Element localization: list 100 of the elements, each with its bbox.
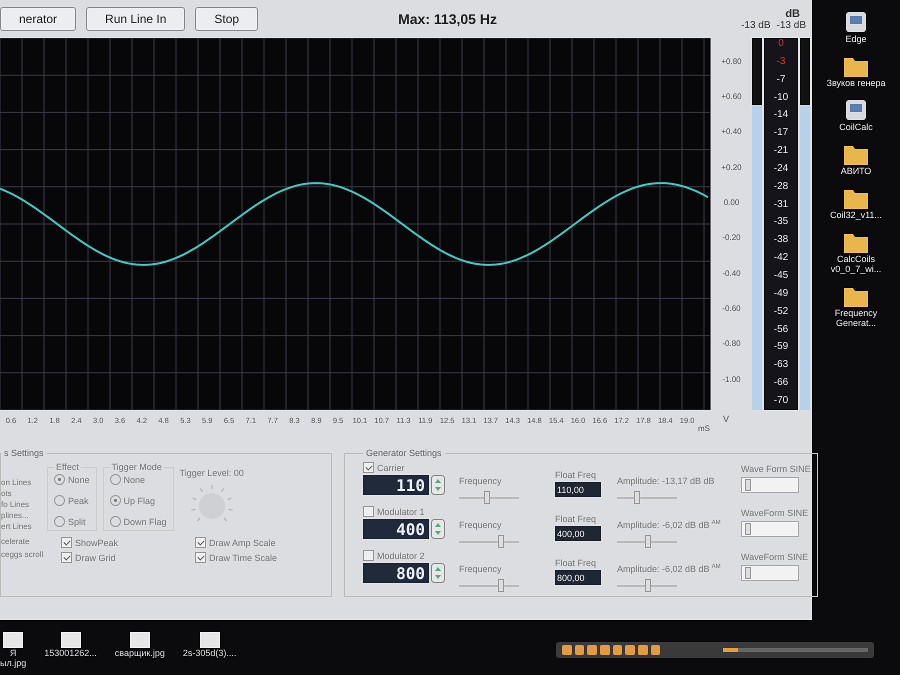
option-label: plines... [1, 511, 30, 520]
radio-icon[interactable] [54, 495, 65, 506]
radio-option[interactable]: None [54, 474, 90, 485]
float-freq-label: Float Freq [555, 514, 598, 524]
float-freq-field[interactable]: 110,00 [555, 482, 601, 497]
file-label: 153001262... [44, 648, 97, 658]
toolbar-button[interactable]: Run Line In [86, 7, 186, 31]
spin-buttons-icon[interactable] [431, 563, 445, 583]
checkbox-option[interactable]: Modulator 1 [363, 506, 453, 517]
checkbox-option[interactable]: ShowPeak [61, 537, 191, 548]
db-scale-label: -21 [774, 145, 788, 156]
db-scale-label: -14 [774, 109, 788, 120]
file-label: сварщик.jpg [114, 648, 165, 658]
y-axis-tick: -0.60 [721, 304, 742, 315]
toolbar-button[interactable]: Stop [195, 7, 258, 31]
panel-title: Generator Settings [365, 448, 443, 458]
checkbox-option[interactable]: Draw Grid [61, 552, 191, 563]
radio-icon[interactable] [110, 474, 121, 485]
amplitude-label: Amplitude: -6,02 dB dB [617, 564, 710, 574]
db-scale-label: -70 [774, 394, 788, 406]
checkbox-icon[interactable] [363, 550, 374, 561]
player-button[interactable] [638, 645, 648, 655]
slider-thumb[interactable] [744, 567, 751, 579]
slider-thumb[interactable] [645, 535, 651, 548]
y-axis-tick: -1.00 [721, 374, 742, 386]
player-button[interactable] [600, 645, 610, 655]
slider-thumb[interactable] [484, 491, 490, 504]
amplitude-label: Amplitude: -13,17 dB dB [617, 476, 715, 486]
checkbox-icon[interactable] [61, 537, 72, 548]
file-label: 2s-305d(3).... [182, 648, 236, 658]
slider-thumb[interactable] [498, 579, 504, 592]
radio-option[interactable]: Split [54, 516, 90, 527]
channel-reading: -13 dB [741, 20, 771, 30]
file-icon[interactable] [130, 632, 150, 648]
slider-thumb[interactable] [498, 535, 504, 548]
checkbox-icon[interactable] [363, 462, 374, 473]
option-label: ots [1, 489, 13, 498]
radio-option[interactable]: Down Flag [110, 516, 167, 527]
amplitude-label: Amplitude: -6,02 dB dB [617, 520, 710, 530]
file-icon[interactable] [200, 632, 220, 648]
checkbox-option[interactable]: Carrier [363, 462, 453, 473]
x-axis-unit: mS [698, 423, 710, 435]
y-axis-tick: -0.80 [721, 339, 742, 350]
checkbox-option[interactable]: Draw Amp Scale [195, 537, 325, 548]
checkbox-option[interactable]: Modulator 2 [363, 550, 453, 561]
checkbox-icon[interactable] [195, 552, 206, 563]
checkbox-icon[interactable] [363, 506, 374, 517]
slider-thumb[interactable] [645, 579, 651, 592]
meter-title: dB [785, 8, 800, 20]
max-frequency: Max: 113,05 Hz [398, 11, 498, 27]
db-scale-label: -31 [774, 198, 788, 210]
seek-track[interactable] [723, 648, 868, 652]
desktop-icon-label: АВИТО [840, 166, 872, 176]
panel-title: s Settings [3, 448, 45, 458]
radio-option[interactable]: Peak [54, 495, 90, 506]
db-scale-label: 0 [778, 38, 784, 49]
file-icon[interactable] [3, 632, 24, 648]
app-icon[interactable] [844, 98, 868, 122]
y-axis-tick: +0.20 [720, 162, 743, 174]
waveform-label: WaveForm SINE [741, 508, 808, 518]
float-freq-field[interactable]: 400,00 [555, 526, 601, 541]
float-freq-field[interactable]: 800,00 [555, 570, 601, 585]
db-scale-label: -45 [774, 270, 788, 281]
y-axis-tick: +0.80 [720, 56, 743, 68]
db-scale-label: -49 [774, 288, 788, 299]
spin-buttons-icon[interactable] [431, 519, 445, 539]
db-scale-label: -42 [774, 252, 788, 264]
frequency-label: Frequency [459, 564, 503, 574]
radio-option[interactable]: None [110, 474, 167, 485]
waveform-slider[interactable] [741, 521, 799, 537]
radio-icon[interactable] [110, 516, 121, 527]
db-scale-label: -7 [776, 74, 786, 85]
radio-icon[interactable] [110, 495, 121, 506]
db-scale-label: -66 [774, 377, 788, 388]
checkbox-icon[interactable] [195, 537, 206, 548]
radio-icon[interactable] [54, 474, 65, 485]
frequency-display: 110 [363, 475, 429, 495]
checkbox-icon[interactable] [61, 552, 72, 563]
app-icon[interactable] [844, 10, 868, 34]
option-label: celerate [1, 537, 30, 546]
frequency-label: Frequency [459, 520, 503, 530]
frequency-label: Frequency [459, 476, 503, 486]
player-button[interactable] [650, 645, 660, 655]
option-label: on Lines [1, 478, 32, 487]
slider-thumb[interactable] [634, 491, 640, 504]
y-axis-tick: 0.00 [722, 198, 740, 209]
waveform-slider[interactable] [741, 565, 799, 581]
radio-option[interactable]: Up Flag [110, 495, 167, 506]
radio-icon[interactable] [54, 516, 65, 527]
y-axis-tick: +0.60 [720, 92, 743, 103]
frequency-display: 400 [363, 519, 429, 539]
slider-thumb[interactable] [744, 523, 751, 535]
checkbox-option[interactable]: Draw Time Scale [195, 552, 325, 563]
toolbar-button[interactable]: nerator [0, 7, 76, 31]
slider-thumb[interactable] [744, 479, 751, 491]
db-scale-label: -3 [776, 56, 786, 67]
waveform-slider[interactable] [741, 477, 799, 493]
file-icon[interactable] [60, 632, 81, 648]
spin-buttons-icon[interactable] [431, 475, 445, 495]
float-freq-label: Float Freq [555, 558, 598, 568]
